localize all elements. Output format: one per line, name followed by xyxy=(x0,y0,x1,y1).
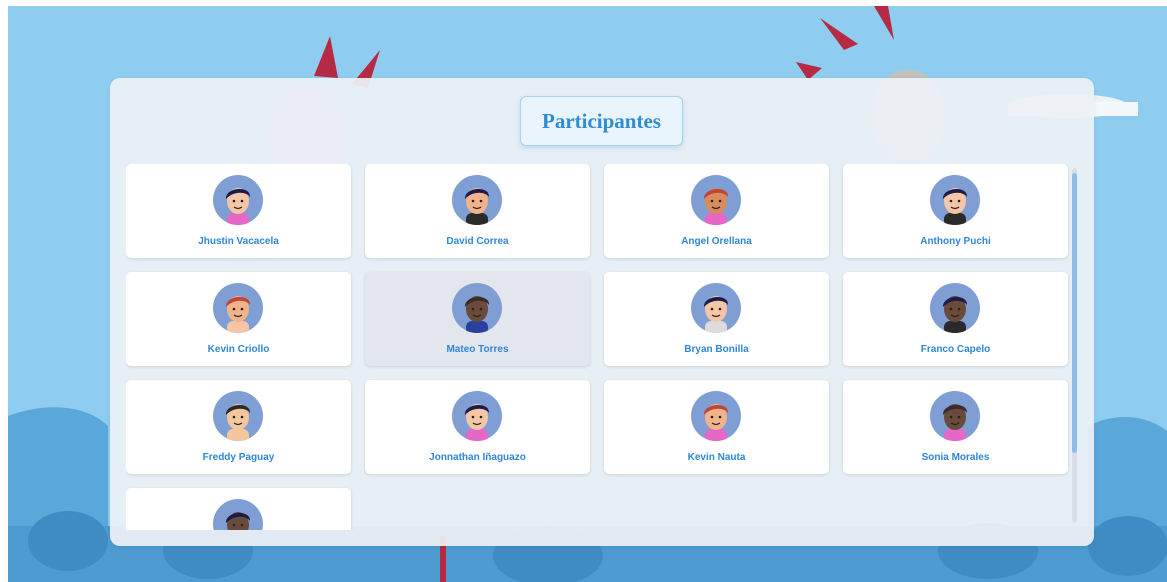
participant-name: Kevin Nauta xyxy=(687,452,746,463)
page-title-box: Participantes xyxy=(520,96,683,146)
participant-card[interactable]: Bryan Bonilla xyxy=(604,272,829,366)
avatar-icon xyxy=(213,391,263,441)
participant-card[interactable] xyxy=(126,488,351,530)
participant-name: Angel Orellana xyxy=(681,236,752,247)
avatar-icon xyxy=(213,499,263,530)
avatar-icon xyxy=(691,391,741,441)
participant-card[interactable]: Kevin Nauta xyxy=(604,380,829,474)
participant-name: Anthony Puchi xyxy=(920,236,991,247)
avatar-icon xyxy=(930,283,980,333)
participant-card[interactable]: Franco Capelo xyxy=(843,272,1068,366)
participant-card[interactable]: Angel Orellana xyxy=(604,164,829,258)
avatar-icon xyxy=(930,175,980,225)
participant-card[interactable]: Anthony Puchi xyxy=(843,164,1068,258)
avatar-icon xyxy=(213,283,263,333)
participants-panel: Participantes Jhustin Vacacela David Corr… xyxy=(110,78,1094,546)
participant-card[interactable]: Freddy Paguay xyxy=(126,380,351,474)
avatar-icon xyxy=(452,283,502,333)
scrollbar-thumb[interactable] xyxy=(1072,173,1077,453)
participant-name: Bryan Bonilla xyxy=(684,344,749,355)
participant-name: Franco Capelo xyxy=(920,344,991,355)
participant-name: Kevin Criollo xyxy=(207,344,270,355)
participant-name: Mateo Torres xyxy=(446,344,509,355)
participant-card[interactable]: David Correa xyxy=(365,164,590,258)
participant-name: Freddy Paguay xyxy=(202,452,275,463)
avatar-icon xyxy=(452,175,502,225)
participant-name: Sonia Morales xyxy=(921,452,990,463)
avatar-icon xyxy=(930,391,980,441)
page-title: Participantes xyxy=(542,108,661,133)
participant-card[interactable]: Jonnathan Iñaguazo xyxy=(365,380,590,474)
avatar-icon xyxy=(452,391,502,441)
participants-grid[interactable]: Jhustin Vacacela David Correa Angel Orella… xyxy=(126,164,1071,530)
participant-name: Jonnathan Iñaguazo xyxy=(429,452,526,463)
participant-card[interactable]: Mateo Torres xyxy=(365,272,590,366)
avatar-icon xyxy=(691,283,741,333)
participant-name: David Correa xyxy=(446,236,509,247)
avatar-icon xyxy=(213,175,263,225)
background-scene: Participantes Jhustin Vacacela David Corr… xyxy=(8,6,1167,582)
avatar-icon xyxy=(691,175,741,225)
participant-card[interactable]: Kevin Criollo xyxy=(126,272,351,366)
participant-card[interactable]: Jhustin Vacacela xyxy=(126,164,351,258)
participant-name: Jhustin Vacacela xyxy=(198,236,279,247)
participant-card[interactable]: Sonia Morales xyxy=(843,380,1068,474)
